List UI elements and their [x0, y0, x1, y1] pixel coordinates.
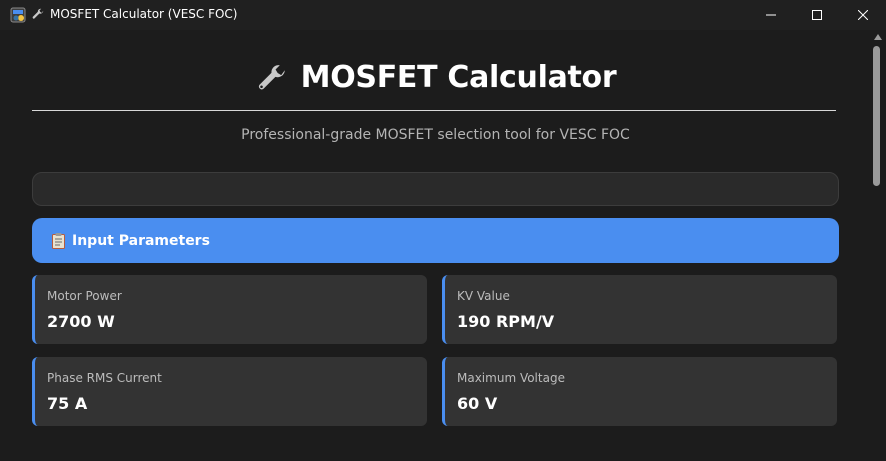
- maximum-voltage-value: 60 V: [457, 394, 498, 413]
- maximum-voltage-card: Maximum Voltage 60 V: [442, 357, 837, 426]
- page-heading: MOSFET Calculator: [32, 60, 839, 104]
- status-bar: [32, 172, 839, 206]
- motor-power-card: Motor Power 2700 W: [32, 275, 427, 344]
- title-divider: [32, 110, 836, 111]
- wrench-icon: [32, 8, 44, 19]
- main-content: MOSFET Calculator Professional-grade MOS…: [0, 30, 871, 461]
- maximum-voltage-label: Maximum Voltage: [457, 371, 565, 385]
- phase-rms-current-label: Phase RMS Current: [47, 371, 162, 385]
- phase-rms-current-value: 75 A: [47, 394, 88, 413]
- motor-power-label: Motor Power: [47, 289, 122, 303]
- window-title: MOSFET Calculator (VESC FOC): [50, 7, 238, 21]
- app-window: MOSFET Calculator (VESC FOC) MOSFET Calc…: [0, 0, 886, 461]
- kv-value-value: 190 RPM/V: [457, 312, 555, 331]
- wrench-icon: [258, 64, 285, 89]
- section-title: Input Parameters: [72, 232, 210, 249]
- app-icon: [10, 7, 26, 23]
- close-button[interactable]: [840, 0, 886, 30]
- phase-rms-current-card: Phase RMS Current 75 A: [32, 357, 427, 426]
- clipboard-icon: [52, 232, 65, 249]
- close-icon: [858, 10, 868, 20]
- input-parameters-header[interactable]: Input Parameters: [32, 218, 839, 263]
- kv-value-card: KV Value 190 RPM/V: [442, 275, 837, 344]
- maximize-button[interactable]: [794, 0, 840, 30]
- title-bar[interactable]: MOSFET Calculator (VESC FOC): [0, 0, 886, 30]
- minimize-icon: [766, 14, 776, 16]
- scrollbar-thumb[interactable]: [873, 46, 880, 186]
- maximize-icon: [812, 10, 822, 20]
- scroll-up-icon[interactable]: [874, 34, 882, 40]
- minimize-button[interactable]: [748, 0, 794, 30]
- kv-value-label: KV Value: [457, 289, 510, 303]
- page-subtitle: Professional-grade MOSFET selection tool…: [241, 127, 630, 143]
- page-title: MOSFET Calculator: [300, 60, 617, 95]
- motor-power-value: 2700 W: [47, 312, 115, 331]
- vertical-scrollbar[interactable]: [871, 30, 886, 461]
